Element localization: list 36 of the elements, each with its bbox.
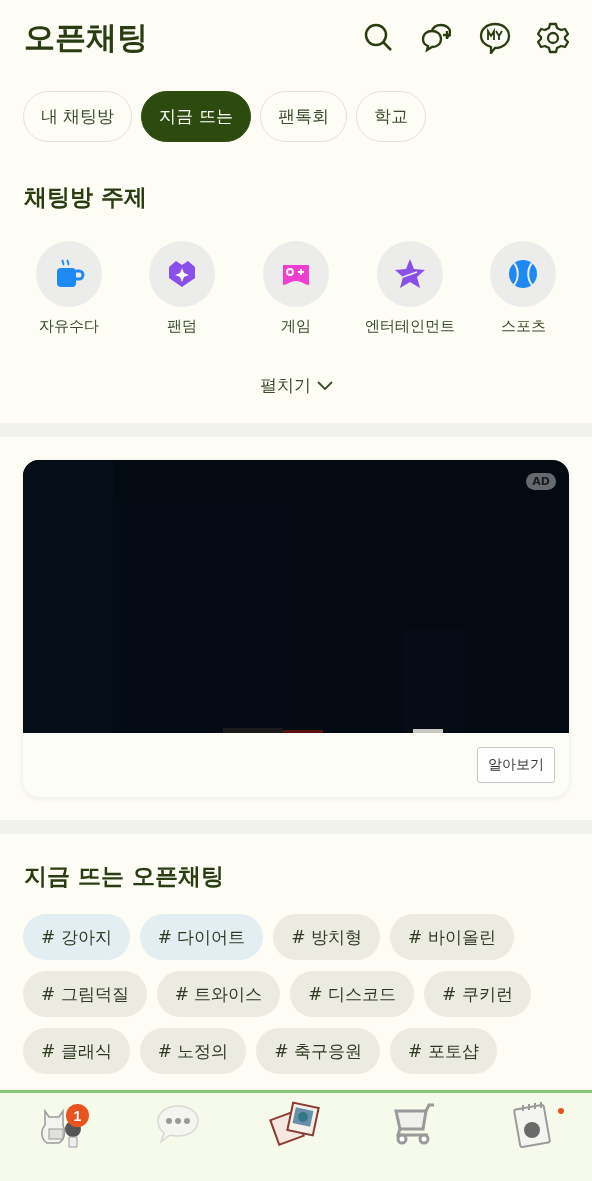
hashtag-chip[interactable]: # 방치형 [273,914,380,960]
my-button[interactable] [478,20,512,55]
search-icon [364,22,394,53]
hashtag-chip[interactable]: # 축구응원 [256,1028,380,1074]
hashtag-chip[interactable]: # 포토샵 [389,1028,497,1074]
hashtag-chip[interactable]: # 노정의 [139,1028,247,1074]
ad-badge: AD [526,473,556,490]
chevron-down-icon [316,380,333,391]
topic-item[interactable]: 엔터테인먼트 [352,241,467,336]
learn-more-button[interactable]: 알아보기 [477,747,555,783]
hashtag-chip[interactable]: # 클래식 [23,1028,130,1074]
hashtag-chip[interactable]: # 디스코드 [290,971,414,1017]
topic-item[interactable]: 자유수다 [12,241,126,336]
hashtag-chip[interactable]: # 쿠키런 [423,971,531,1017]
tab[interactable]: 지금 뜨는 [141,91,251,142]
notification-badge: 1 [66,1104,89,1127]
my-chat-icon [479,21,511,54]
hashtag-chip[interactable]: # 강아지 [23,914,130,960]
settings-button[interactable] [536,20,570,55]
tab[interactable]: 내 채팅방 [23,91,133,142]
topic-item[interactable]: 게임 [239,241,353,336]
chat-plus-icon [420,22,454,53]
tab[interactable]: 팬톡회 [259,91,347,142]
topic-item[interactable]: 팬덤 [125,241,240,336]
expand-button[interactable]: 펼치기 [259,374,333,397]
topic-item[interactable]: 스포츠 [466,241,580,336]
hashtag-chip[interactable]: # 다이어트 [139,914,264,960]
hashtag-chip[interactable]: # 바이올린 [389,914,514,960]
tab[interactable]: 학교 [355,91,426,142]
settings-icon [537,21,569,54]
section-title: 채팅방 주제 [23,183,148,212]
nav-tab[interactable]: 1 [0,1099,119,1151]
hashtag-chip[interactable]: # 그림덕질 [23,971,147,1017]
section-title: 지금 뜨는 오픈채팅 [23,862,225,891]
hashtag-chip[interactable]: # 트와이스 [156,971,281,1017]
page-title: 오픈채팅 [24,17,148,57]
